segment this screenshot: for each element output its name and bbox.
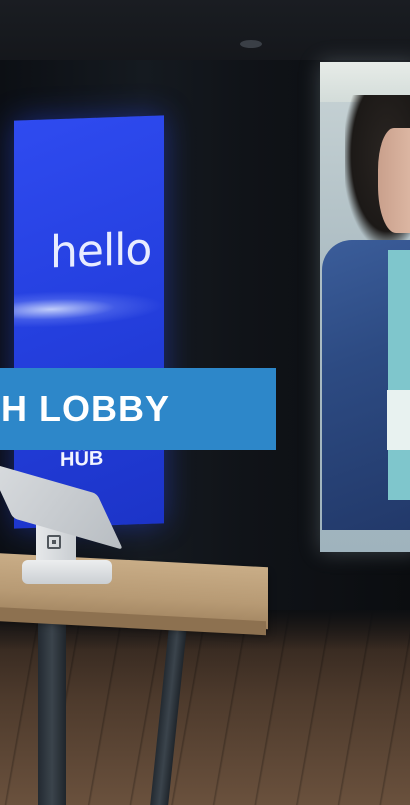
ceiling-light (240, 40, 262, 48)
hello-text: hello (50, 223, 152, 279)
portrait-face (378, 128, 410, 233)
table-leg (38, 620, 66, 805)
lobby-banner: H LOBBY (0, 368, 276, 450)
hub-logo: HÜB (60, 447, 104, 472)
photo-scene: hello HÜB H LOBBY (0, 0, 410, 805)
square-logo-icon (47, 535, 61, 549)
portrait-shirt (388, 250, 410, 500)
banner-text: H LOBBY (1, 388, 170, 429)
light-flare (14, 287, 164, 329)
pos-base (22, 560, 112, 584)
hello-display-screen: hello HÜB (14, 115, 164, 529)
portrait-name-badge (387, 390, 410, 450)
